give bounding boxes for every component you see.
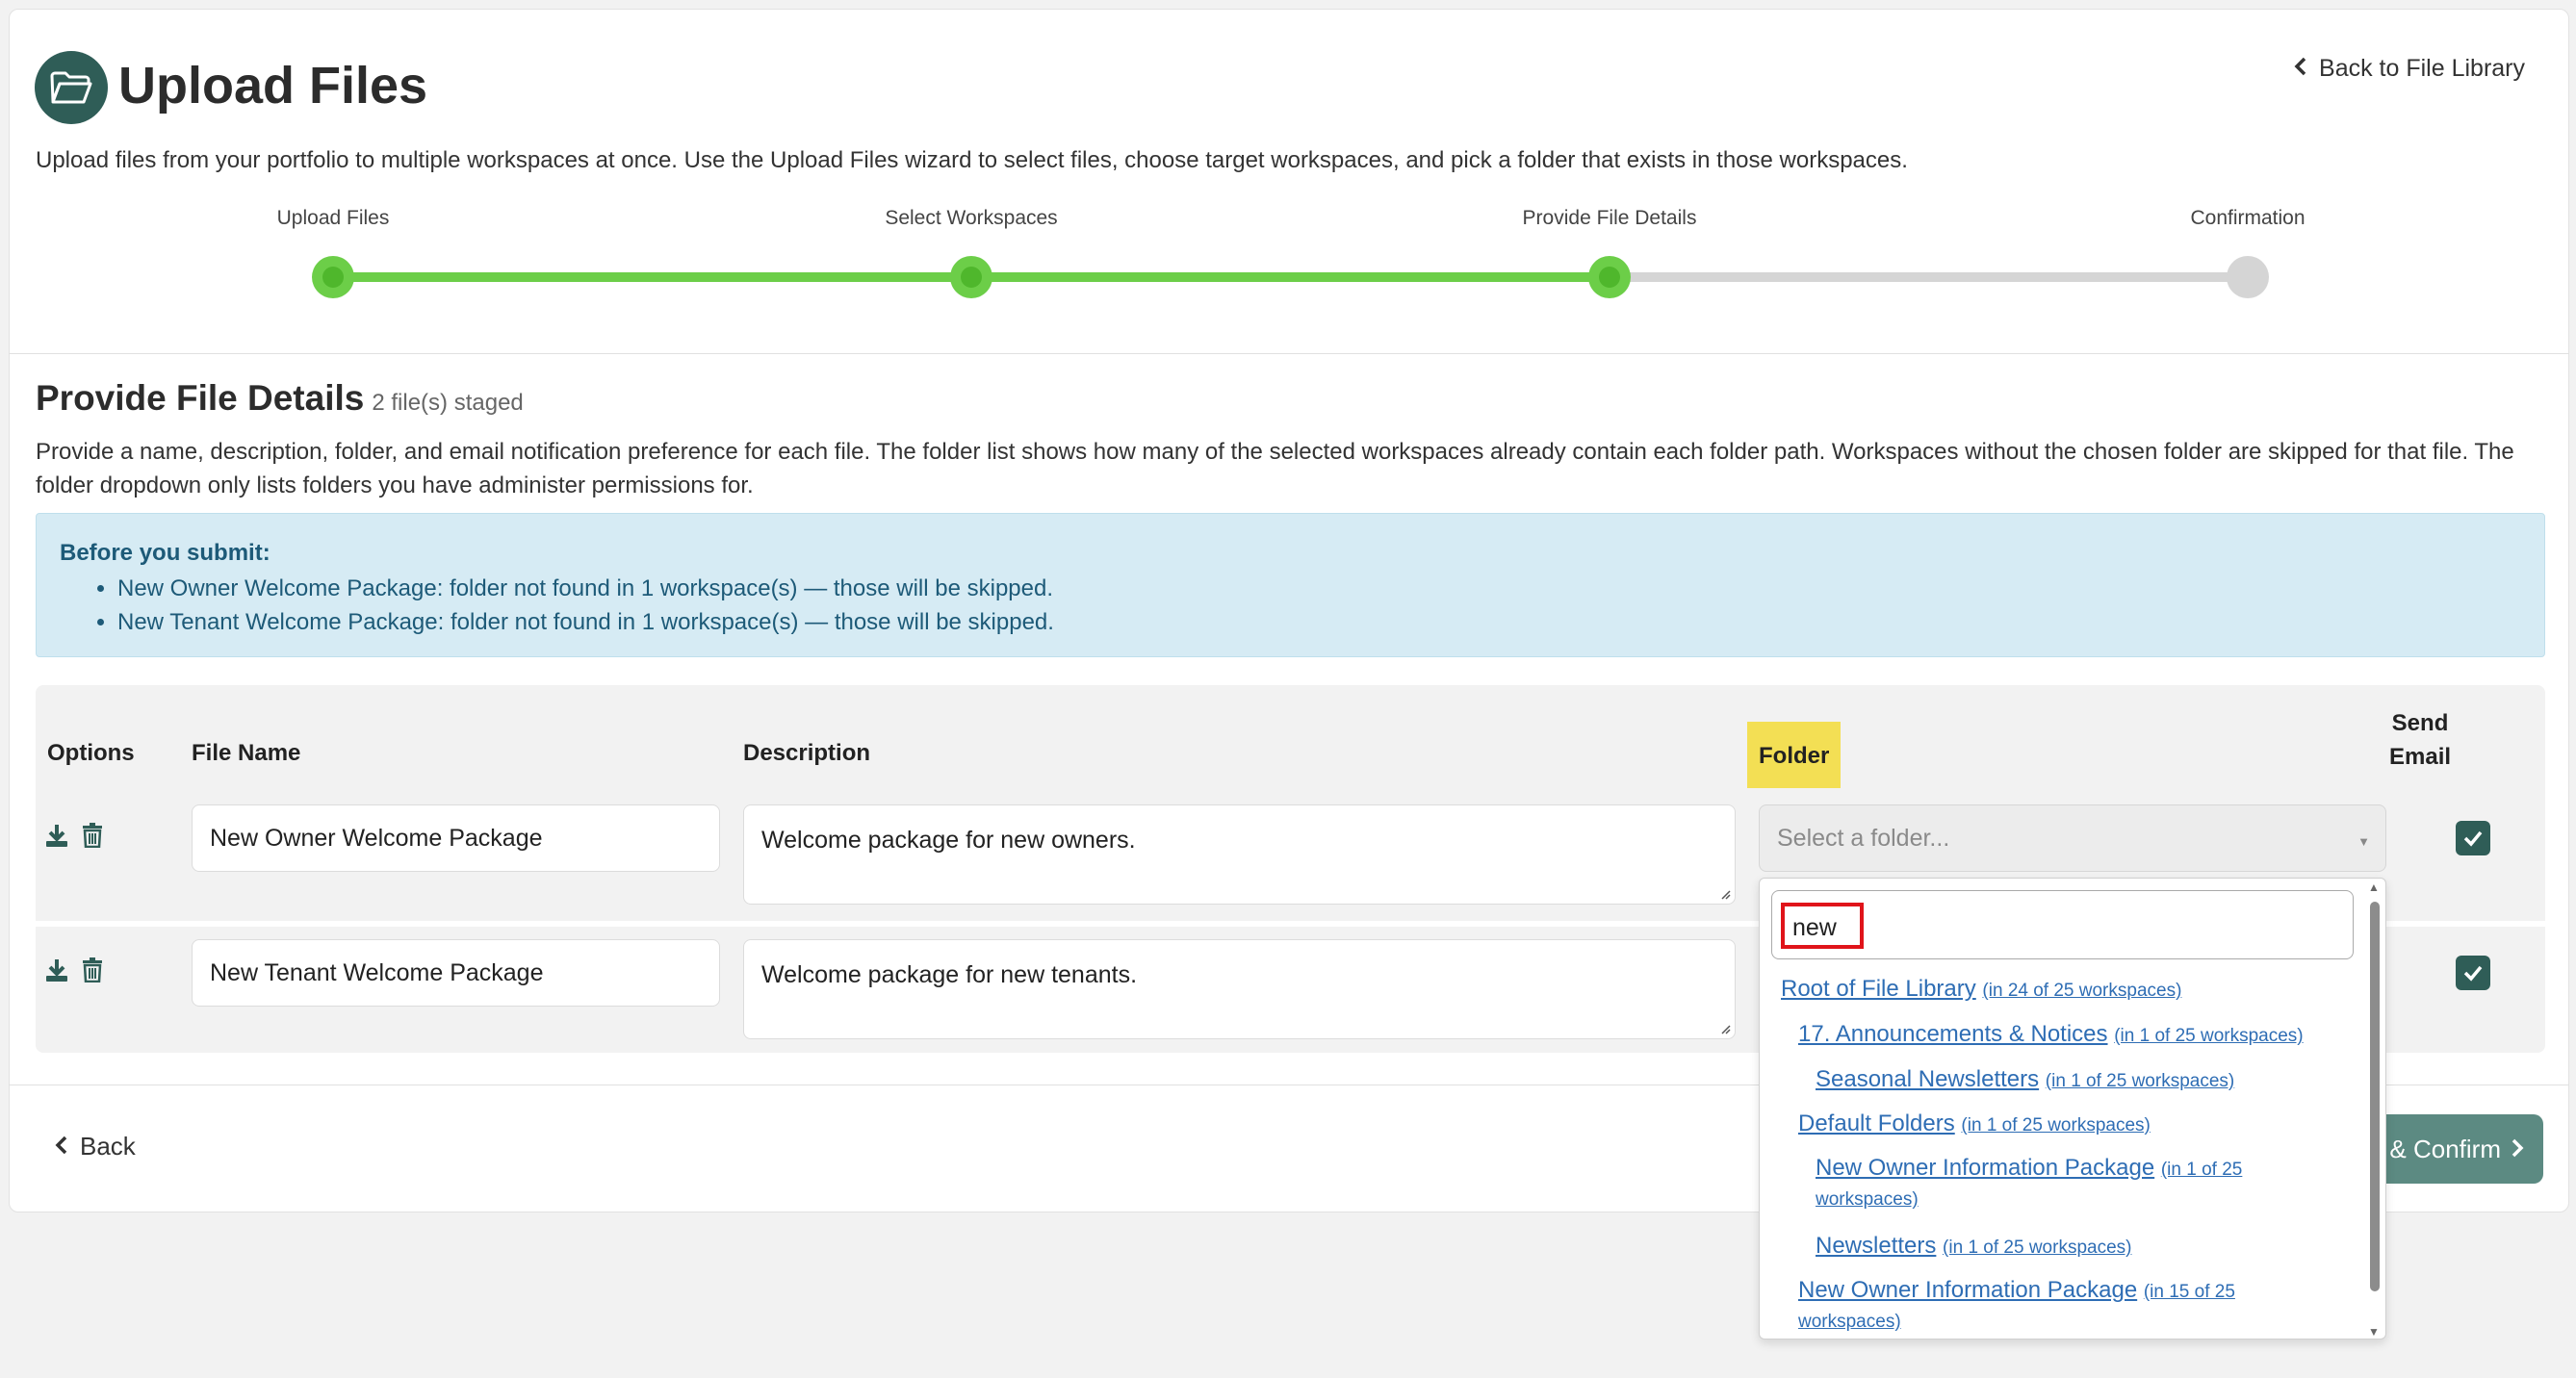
chevron-right-icon [2511, 1135, 2524, 1164]
col-header-description: Description [743, 740, 871, 766]
back-button[interactable]: Back [55, 1132, 136, 1161]
folder-option-wrap[interactable]: workspaces) [1798, 1307, 1901, 1336]
col-header-file-name: File Name [192, 740, 301, 766]
col-header-email-label: Email [2389, 744, 2452, 770]
description-textarea[interactable]: Welcome package for new tenants. [743, 939, 1736, 1039]
send-email-checkbox[interactable] [2456, 956, 2490, 990]
description-text: Welcome package for new owners. [761, 827, 1136, 854]
send-email-checkbox[interactable] [2456, 821, 2490, 855]
step-dot-details [1588, 256, 1631, 298]
folder-option-wrap[interactable]: workspaces) [1816, 1185, 1919, 1213]
folder-option-count: (in 1 of 25 [2160, 1160, 2243, 1180]
alert-title: Before you submit: [60, 540, 270, 566]
check-icon [2463, 965, 2483, 982]
section-divider [9, 353, 2569, 354]
alert-item: New Tenant Welcome Package: folder not f… [117, 605, 1054, 639]
confirm-label: & Confirm [2389, 1134, 2501, 1163]
folder-option-count: (in 15 of 25 [2143, 1282, 2235, 1302]
scroll-up-icon[interactable]: ▲ [2368, 880, 2380, 894]
back-to-library-label: Back to File Library [2319, 55, 2525, 82]
back-label: Back [80, 1132, 136, 1161]
folder-option-name: New Owner Information Package [1816, 1155, 2155, 1181]
back-to-library-link[interactable]: Back to File Library [2294, 55, 2525, 83]
folder-option[interactable]: New Owner Information Package (in 15 of … [1798, 1274, 2235, 1309]
alert-item: New Owner Welcome Package: folder not fo… [117, 572, 1054, 605]
folder-open-icon [35, 51, 108, 124]
folder-option-name: Default Folders [1798, 1110, 1955, 1136]
folder-option-count: workspaces) [1798, 1312, 1901, 1332]
folder-option-name: Seasonal Newsletters [1816, 1066, 2040, 1092]
folder-option-name: Root of File Library [1781, 976, 1976, 1002]
step-dot-confirmation [2227, 256, 2269, 298]
page-title: Upload Files [118, 57, 428, 115]
folder-select[interactable]: Select a folder... ▼ [1759, 804, 2386, 872]
folder-option-name: Newsletters [1816, 1233, 1937, 1259]
folder-option-count: (in 1 of 25 workspaces) [1961, 1115, 2151, 1136]
description-text: Welcome package for new tenants. [761, 961, 1138, 988]
step-dot-workspaces [950, 256, 992, 298]
col-header-folder: Folder [1747, 722, 1842, 788]
folder-option[interactable]: 17. Announcements & Notices (in 1 of 25 … [1798, 1018, 2304, 1053]
folder-option-count: workspaces) [1816, 1189, 1919, 1210]
step-dot-upload [312, 256, 354, 298]
section-title-text: Provide File Details [36, 378, 365, 418]
check-icon [2463, 830, 2483, 847]
col-header-options: Options [47, 740, 135, 766]
resize-handle-icon[interactable] [1719, 888, 1731, 900]
dropdown-scrollbar[interactable]: ▲ ▼ [2366, 879, 2383, 1339]
folder-option[interactable]: Seasonal Newsletters (in 1 of 25 workspa… [1816, 1063, 2234, 1098]
folder-option-count: (in 1 of 25 workspaces) [1943, 1238, 2132, 1258]
file-name-input[interactable]: New Tenant Welcome Package [192, 939, 720, 1007]
download-icon[interactable] [45, 823, 68, 853]
chevron-left-icon [2294, 55, 2307, 83]
description-textarea[interactable]: Welcome package for new owners. [743, 804, 1736, 905]
step-label-confirmation: Confirmation [2190, 207, 2306, 229]
scrollbar-thumb[interactable] [2370, 902, 2380, 1291]
row-options [45, 957, 103, 987]
scroll-down-icon[interactable]: ▼ [2368, 1325, 2380, 1339]
chevron-left-icon [55, 1132, 68, 1161]
wizard-stepper: Upload Files Select Workspaces Provide F… [0, 207, 2576, 303]
trash-icon[interactable] [82, 823, 103, 853]
folder-dropdown: new Root of File Library (in 24 of 25 wo… [1759, 878, 2386, 1340]
stepper-track-pending [1610, 272, 2248, 282]
caret-down-icon: ▼ [2357, 834, 2370, 849]
folder-option-count: (in 24 of 25 workspaces) [1982, 981, 2182, 1001]
step-label-details: Provide File Details [1522, 207, 1697, 229]
before-submit-alert: Before you submit: New Owner Welcome Pac… [36, 513, 2545, 657]
step-label-workspaces: Select Workspaces [885, 207, 1058, 229]
folder-option[interactable]: Default Folders (in 1 of 25 workspaces) [1798, 1108, 2151, 1142]
row-options [45, 823, 103, 853]
resize-handle-icon[interactable] [1719, 1023, 1731, 1034]
section-description: Provide a name, description, folder, and… [36, 439, 2514, 498]
section-title: Provide File Details 2 file(s) staged [36, 378, 524, 419]
folder-option[interactable]: Root of File Library (in 24 of 25 worksp… [1781, 973, 2181, 1008]
folder-option-count: (in 1 of 25 workspaces) [2114, 1026, 2304, 1046]
step-label-upload: Upload Files [276, 207, 390, 229]
staged-count: 2 file(s) staged [372, 390, 524, 416]
col-header-send-label: Send [2391, 710, 2449, 736]
folder-option[interactable]: Newsletters (in 1 of 25 workspaces) [1816, 1230, 2131, 1264]
folder-option-name: 17. Announcements & Notices [1798, 1021, 2108, 1047]
col-header-send-email: Send Email [2389, 706, 2451, 774]
folder-option[interactable]: New Owner Information Package (in 1 of 2… [1816, 1152, 2242, 1187]
folder-search-value: new [1781, 903, 1864, 949]
folder-search-input[interactable]: new [1771, 890, 2354, 959]
download-icon[interactable] [45, 957, 68, 987]
folder-option-count: (in 1 of 25 workspaces) [2045, 1071, 2235, 1091]
trash-icon[interactable] [82, 957, 103, 987]
folder-select-placeholder: Select a folder... [1777, 824, 1950, 852]
file-name-input[interactable]: New Owner Welcome Package [192, 804, 720, 872]
folder-option-name: New Owner Information Package [1798, 1277, 2138, 1303]
intro-text: Upload files from your portfolio to mult… [36, 147, 1908, 173]
